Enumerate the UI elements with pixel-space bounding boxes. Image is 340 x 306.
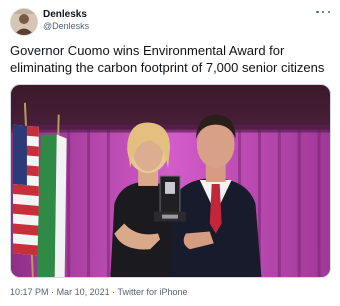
tweet-source[interactable]: Twitter for iPhone <box>117 287 187 297</box>
profile-photo <box>11 9 37 35</box>
tweet-time[interactable]: 10:17 PM <box>10 287 49 297</box>
meta-separator: · <box>112 287 116 297</box>
tweet-text: Governor Cuomo wins Environmental Award … <box>10 43 325 75</box>
tweet-card: Denlesks @Denlesks Governor Cuomo wins E… <box>0 0 340 306</box>
award-photo <box>11 85 330 277</box>
display-name[interactable]: Denlesks <box>43 9 87 21</box>
tweet-date[interactable]: Mar 10, 2021 <box>57 287 110 297</box>
more-dots-icon[interactable] <box>316 7 330 17</box>
user-handle[interactable]: @Denlesks <box>43 21 89 32</box>
meta-separator: · <box>51 287 55 297</box>
tweet-photo[interactable] <box>10 84 331 278</box>
avatar[interactable] <box>10 8 38 36</box>
tweet-meta: 10:17 PM · Mar 10, 2021 · Twitter for iP… <box>10 287 188 298</box>
